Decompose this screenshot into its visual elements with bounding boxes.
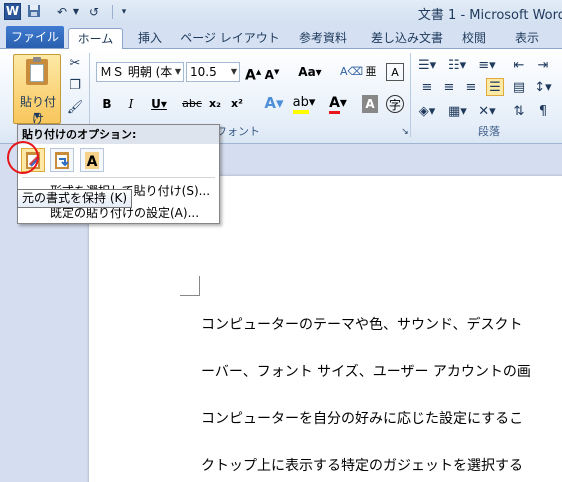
line-spacing-icon[interactable]: ↕▾ [534, 79, 552, 97]
clipboard-icon [26, 57, 48, 85]
word-app-icon[interactable]: W [4, 3, 21, 20]
title-bar: W ↶ ▼ ↺ ▾ 文書 1 - Microsoft Word [0, 0, 562, 24]
grow-font-icon[interactable]: A▲ [245, 63, 261, 84]
tab-home[interactable]: ホーム [68, 28, 123, 49]
asian-layout-icon[interactable]: ✕▾ [478, 103, 496, 121]
justify-icon[interactable]: ☰ [486, 78, 504, 96]
paste-label: 貼り付け [19, 95, 56, 126]
italic-icon[interactable]: I [124, 95, 138, 113]
paragraph-group-label: 段落 [478, 125, 500, 138]
phonetic-guide-icon[interactable]: 亜 [362, 63, 380, 81]
align-center-icon[interactable]: ≡ [440, 79, 458, 97]
strikethrough-icon[interactable]: abc [180, 95, 204, 113]
undo-dropdown-icon[interactable]: ▼ [68, 4, 84, 20]
distributed-icon[interactable]: ▤ [510, 79, 528, 97]
text-effects-icon[interactable]: A▾ [262, 94, 286, 112]
font-size-value: 10.5 [190, 65, 217, 79]
margin-mark [180, 276, 200, 296]
superscript-icon[interactable]: x² [230, 95, 244, 113]
tab-references[interactable]: 参考資料 [288, 28, 358, 49]
font-group-label: フォント [216, 125, 260, 138]
tooltip: 元の書式を保持 (K) [17, 189, 133, 208]
borders-icon[interactable]: ▦▾ [448, 103, 467, 121]
bold-icon[interactable]: B [100, 95, 114, 113]
paste-options-title: 貼り付けのオプション: [18, 125, 219, 144]
highlight-circle [7, 141, 39, 174]
increase-indent-icon[interactable]: ⇥ [534, 57, 552, 75]
tab-insert[interactable]: 挿入 [128, 28, 172, 49]
show-marks-icon[interactable]: ¶ [534, 103, 552, 121]
save-icon[interactable] [26, 4, 42, 20]
cut-icon[interactable]: ✂ [66, 55, 84, 73]
clear-formatting-icon[interactable]: A⌫ [340, 63, 363, 81]
numbering-icon[interactable]: ☷▾ [448, 57, 466, 75]
document-line[interactable]: ーバー、フォント サイズ、ユーザー アカウントの画 [201, 361, 531, 381]
keep-text-only-icon[interactable]: A [80, 148, 104, 172]
bullets-icon[interactable]: ☰▾ [418, 57, 436, 75]
shading-icon[interactable]: ◈▾ [418, 103, 436, 121]
decrease-indent-icon[interactable]: ⇤ [510, 57, 528, 75]
svg-text:A: A [87, 154, 98, 170]
multilevel-list-icon[interactable]: ≡▾ [478, 57, 496, 75]
copy-icon[interactable]: ❐ [66, 77, 84, 95]
group-separator [410, 53, 411, 137]
document-line[interactable]: コンピューターのテーマや色、サウンド、デスクト [201, 314, 522, 334]
font-size-combo[interactable]: 10.5 ▼ [186, 62, 240, 82]
ribbon-tab-row: ファイル ホーム 挿入 ページ レイアウト 参考資料 差し込み文書 校閲 表示 [0, 24, 562, 49]
font-name-combo[interactable]: ＭＳ 明朝 (本 ▼ [96, 62, 184, 82]
tab-mailings[interactable]: 差し込み文書 [366, 28, 448, 49]
chevron-down-icon: ▼ [34, 111, 41, 120]
redo-icon[interactable]: ↺ [86, 4, 102, 20]
align-right-icon[interactable]: ≡ [462, 79, 480, 97]
highlight-color-icon[interactable]: ab▾ [292, 94, 316, 114]
change-case-icon[interactable]: Aa▾ [298, 63, 322, 81]
window-title: 文書 1 - Microsoft Word [417, 8, 562, 23]
font-name-value: ＭＳ 明朝 (本 [100, 65, 173, 79]
font-color-icon[interactable]: A▾ [326, 94, 350, 114]
document-line[interactable]: コンピューターを自分の好みに応じた設定にするこ [201, 408, 523, 428]
underline-icon[interactable]: U▾ [148, 95, 170, 113]
qat-separator [112, 5, 113, 19]
customize-qat-icon[interactable]: ▾ [116, 4, 132, 20]
sort-icon[interactable]: ⇅ [510, 103, 528, 121]
align-left-icon[interactable]: ≡ [418, 79, 436, 97]
font-dialog-launcher-icon[interactable]: ↘ [396, 123, 414, 141]
character-shading-icon[interactable]: A [362, 95, 378, 113]
format-painter-icon[interactable]: 🖌 [66, 99, 84, 117]
enclosed-character-icon[interactable]: 字 [386, 95, 404, 113]
paste-options-menu: 貼り付けのオプション: A 形式を選択して貼り付け(S)... 既定の貼り付けの… [17, 124, 220, 224]
shrink-font-icon[interactable]: A▼ [264, 63, 280, 82]
tab-file[interactable]: ファイル [6, 26, 64, 48]
subscript-icon[interactable]: x₂ [208, 95, 222, 113]
tab-view[interactable]: 表示 [504, 28, 550, 49]
merge-formatting-icon[interactable] [50, 148, 74, 172]
document-line[interactable]: クトップ上に表示する特定のガジェットを選択する [201, 455, 523, 475]
paste-button[interactable]: 貼り付け ▼ [13, 54, 61, 126]
tab-page-layout[interactable]: ページ レイアウト [180, 28, 280, 49]
character-border-icon[interactable]: A [386, 63, 404, 81]
tab-review[interactable]: 校閲 [454, 28, 494, 49]
menu-separator [22, 177, 215, 178]
